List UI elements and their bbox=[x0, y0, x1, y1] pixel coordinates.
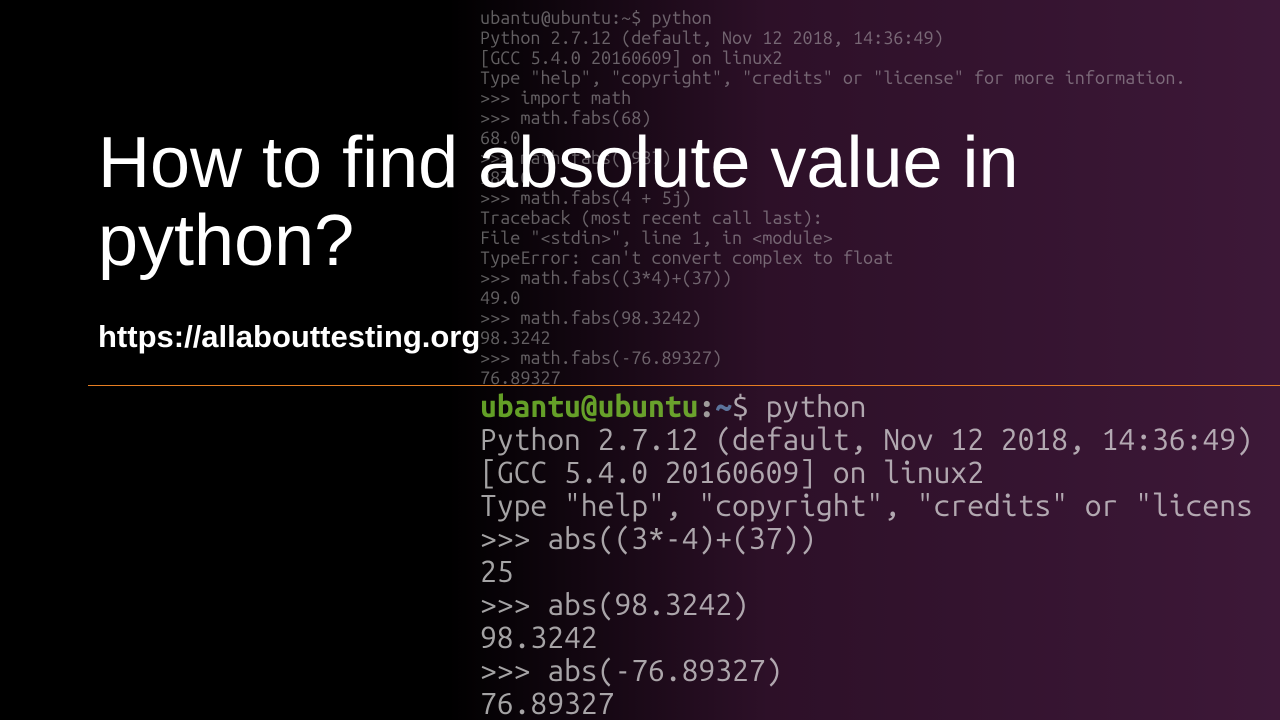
terminal-line: Type "help", "copyright", "credits" or "… bbox=[480, 68, 1280, 88]
terminal-line: >>> import math bbox=[480, 88, 1280, 108]
terminal-line: 25 bbox=[480, 555, 1280, 588]
prompt-path: ~ bbox=[715, 389, 732, 423]
terminal-line: >>> abs(98.3242) bbox=[480, 588, 1280, 621]
terminal-line: Python 2.7.12 (default, Nov 12 2018, 14:… bbox=[480, 423, 1280, 456]
terminal-line: 98.3242 bbox=[480, 621, 1280, 654]
site-url: https://allabouttesting.org bbox=[98, 319, 1280, 355]
terminal-snippet-bottom: ubantu@ubuntu:~$ python Python 2.7.12 (d… bbox=[480, 390, 1280, 720]
terminal-prompt-line: ubantu@ubuntu:~$ python bbox=[480, 390, 1280, 423]
prompt-separator: : bbox=[698, 389, 715, 423]
prompt-command: $ python bbox=[732, 389, 866, 423]
horizontal-divider bbox=[88, 385, 1280, 386]
terminal-line: >>> abs(-76.89327) bbox=[480, 654, 1280, 687]
prompt-user: ubantu@ubuntu bbox=[480, 389, 698, 423]
terminal-line: 76.89327 bbox=[480, 687, 1280, 720]
terminal-line: Python 2.7.12 (default, Nov 12 2018, 14:… bbox=[480, 28, 1280, 48]
terminal-line: ubantu@ubuntu:~$ python bbox=[480, 8, 1280, 28]
terminal-line: >>> abs((3*-4)+(37)) bbox=[480, 522, 1280, 555]
title-block: How to find absolute value in python? ht… bbox=[98, 125, 1280, 355]
terminal-line: [GCC 5.4.0 20160609] on linux2 bbox=[480, 48, 1280, 68]
page-title: How to find absolute value in python? bbox=[98, 125, 1280, 281]
terminal-line: [GCC 5.4.0 20160609] on linux2 bbox=[480, 456, 1280, 489]
terminal-line: Type "help", "copyright", "credits" or "… bbox=[480, 489, 1280, 522]
